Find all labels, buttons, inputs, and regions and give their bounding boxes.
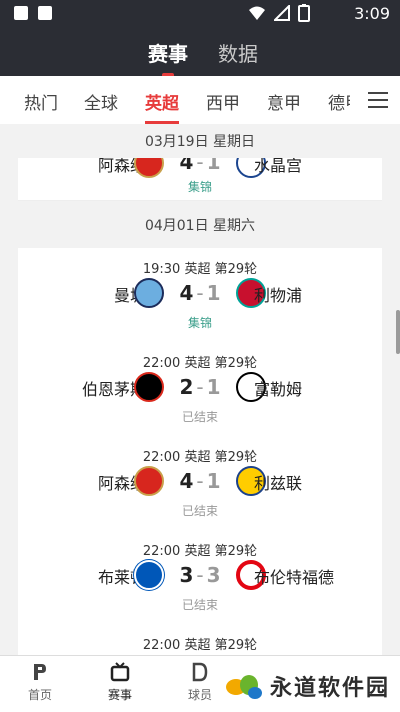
arsenal-crest-icon [134, 466, 164, 496]
tab-hot[interactable]: 热门 [24, 89, 58, 114]
match-meta: 19:30 英超 第29轮 [142, 262, 258, 277]
match-list[interactable]: 03月19日 星期日 阿森纳 4-1 水晶宫 集锦 03月19日 星期日 04月… [0, 124, 400, 655]
match-meta: 22:00 英超 第29轮 [142, 450, 258, 465]
highlights-link[interactable]: 集锦 [18, 314, 382, 331]
date-header-sticky: 03月19日 星期日 [0, 124, 400, 158]
tv-icon [110, 662, 130, 682]
watermark-text: 永道软件园 [269, 675, 390, 701]
watermark: 永道软件园 [217, 665, 394, 707]
tab-epl[interactable]: 英超 [145, 89, 179, 124]
wifi-icon [249, 6, 265, 20]
image-icon [38, 6, 52, 20]
match-card[interactable]: 19:30 英超 第29轮 曼城 4-1 利物浦 集锦 [18, 248, 382, 343]
match-card[interactable]: 22:00 英超 第29轮 伯恩茅斯 2-1 富勒姆 已结束 [18, 342, 382, 437]
tab-bundesliga[interactable]: 德甲 [328, 89, 350, 114]
match-card[interactable]: 22:00 英超 第29轮 布莱顿 3-3 布伦特福德 已结束 [18, 530, 382, 625]
away-team: 富勒姆 [254, 380, 303, 399]
away-team: 利物浦 [254, 286, 303, 305]
match-meta: 22:00 英超 第29轮 [142, 638, 258, 653]
top-bar: 3:09 赛事 数据 [0, 0, 400, 76]
player-icon [192, 662, 208, 682]
match-meta: 22:00 英超 第29轮 [142, 544, 258, 559]
bournemouth-crest-icon [134, 372, 164, 402]
score: 4-1 [179, 281, 221, 305]
status-bar: 3:09 [0, 0, 400, 28]
league-tabs: 热门 全球 英超 西甲 意甲 德甲 [0, 76, 400, 125]
score: 2-1 [179, 375, 221, 399]
brighton-crest-icon [134, 560, 164, 590]
watermark-logo [222, 671, 266, 701]
tab-seriea[interactable]: 意甲 [267, 89, 301, 114]
away-team: 布伦特福德 [254, 568, 335, 587]
battery-icon [298, 4, 310, 22]
notification-icon [14, 6, 28, 20]
highlights-link[interactable]: 集锦 [18, 178, 382, 195]
clock: 3:09 [354, 4, 390, 23]
away-team: 利兹联 [254, 474, 303, 493]
main-tabs: 赛事 数据 [0, 32, 400, 76]
tab-data[interactable]: 数据 [218, 38, 258, 67]
scrollbar[interactable] [396, 310, 400, 354]
match-card[interactable]: 22:00 英超 第29轮 [18, 624, 382, 655]
signal-icon [274, 5, 290, 21]
tab-global[interactable]: 全球 [84, 89, 118, 114]
match-status: 已结束 [181, 410, 218, 424]
match-status: 已结束 [181, 598, 218, 612]
match-card[interactable]: 22:00 英超 第29轮 阿森纳 4-1 利兹联 已结束 [18, 436, 382, 531]
tab-matches[interactable]: 赛事 [148, 38, 188, 67]
nav-home[interactable]: 首页 [10, 662, 70, 703]
man-city-crest-icon [134, 278, 164, 308]
score: 4-1 [179, 469, 221, 493]
home-icon [34, 664, 46, 680]
match-status: 已结束 [181, 504, 218, 518]
tab-laliga[interactable]: 西甲 [206, 89, 240, 114]
match-meta: 22:00 英超 第29轮 [142, 356, 258, 371]
nav-matches[interactable]: 赛事 [90, 662, 150, 703]
menu-icon[interactable] [366, 88, 390, 112]
date-header: 04月01日 星期六 [0, 208, 400, 242]
score: 3-3 [179, 563, 221, 587]
